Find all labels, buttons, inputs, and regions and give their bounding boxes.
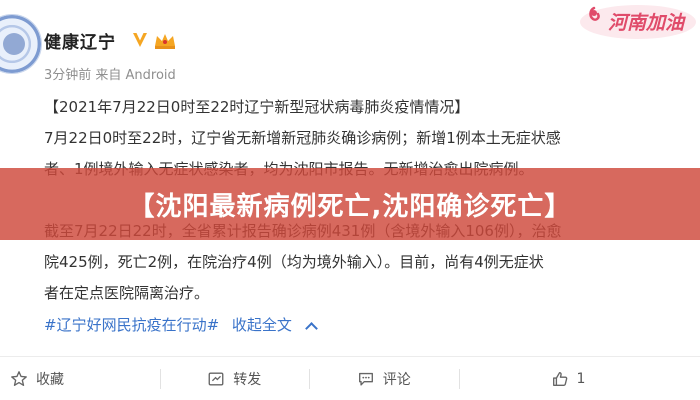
headline-text: 【沈阳最新病例死亡,沈阳确诊死亡】 <box>128 191 572 222</box>
henan-jiayou-watermark-logo: 河南加油 <box>580 5 696 39</box>
star-icon <box>11 370 27 386</box>
hashtag-link[interactable]: #辽宁好网民抗疫在行动# <box>44 316 219 334</box>
post-line: 7月22日0时至22时，辽宁省无新增新冠肺炎确诊病例；新增1例本土无症状感 <box>44 129 561 147</box>
comment-label: 评论 <box>382 371 411 388</box>
watermark-text: 河南加油 <box>608 12 686 34</box>
post-meta: 3分钟前 来自 Android <box>44 68 176 83</box>
verified-v-icon <box>133 33 147 47</box>
like-button[interactable]: 1 <box>458 357 700 400</box>
like-count: 1 <box>576 370 586 387</box>
action-bar: 收藏 转发 评论 1 <box>0 357 700 400</box>
post-line: 者在定点医院隔离治疗。 <box>44 284 210 302</box>
headline-banner: 【沈阳最新病例死亡,沈阳确诊死亡】 <box>0 168 700 240</box>
repost-icon <box>208 371 224 386</box>
collapse-text-button[interactable]: 收起全文 <box>232 316 292 334</box>
post-line: 【2021年7月22日0时至22时辽宁新型冠状病毒肺炎疫情情况】 <box>44 98 470 116</box>
member-crown-icon <box>155 34 175 49</box>
comment-button[interactable]: 评论 <box>309 357 459 400</box>
repost-label: 转发 <box>233 371 262 388</box>
comment-icon <box>358 372 373 386</box>
repost-button[interactable]: 转发 <box>159 357 310 400</box>
weibo-post: 健康辽宁 3分钟前 来自 Android 【2021年7月22日0时至22时辽宁… <box>0 0 700 400</box>
chevron-up-icon[interactable] <box>304 322 318 335</box>
favorite-label: 收藏 <box>36 371 64 388</box>
post-line: 院425例，死亡2例，在院治疗4例（均为境外输入）。目前，尚有4例无症状 <box>44 253 544 271</box>
thumbs-up-icon <box>552 371 567 386</box>
author-name[interactable]: 健康辽宁 <box>44 28 116 53</box>
hashtag-row: #辽宁好网民抗疫在行动# 收起全文 <box>44 314 318 335</box>
favorite-button[interactable]: 收藏 <box>0 357 160 400</box>
author-avatar[interactable] <box>0 14 42 74</box>
